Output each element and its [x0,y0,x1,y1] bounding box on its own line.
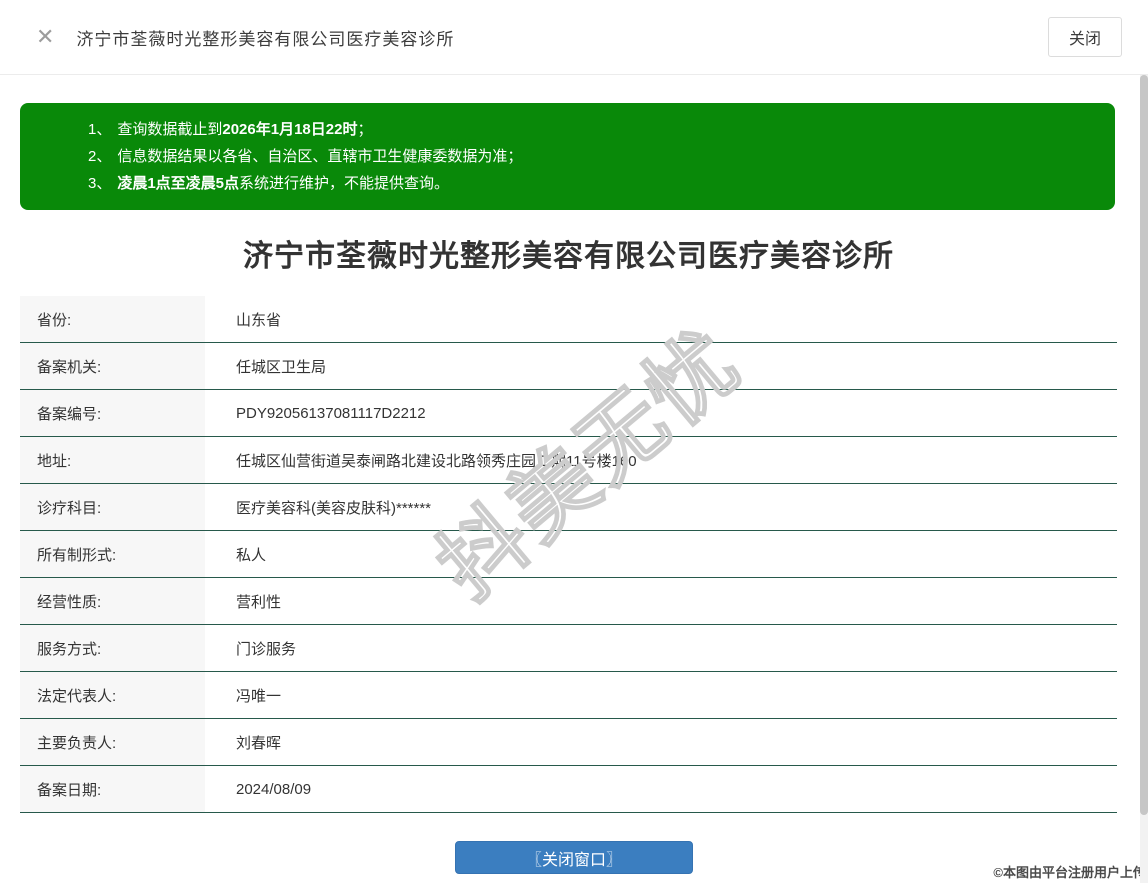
notice-line-3-num: 3、 [88,175,112,192]
scrollbar-track[interactable] [1140,75,1148,883]
row-label: 备案日期: [20,766,205,812]
header-title: 济宁市荃薇时光整形美容有限公司医疗美容诊所 [76,29,455,49]
notice-line-2: 2、 信息数据结果以各省、自治区、直辖市卫生健康委数据为准； [88,143,1095,170]
row-label: 诊疗科目: [20,484,205,530]
notice-line-1-pre: 查询数据截止到 [117,121,223,138]
row-label: 经营性质: [20,578,205,624]
row-value: 冯唯一 [236,687,282,705]
notice-line-2-pre: 信息数据结果以各省、自治区、直辖市卫生健康委数据为准； [117,148,523,165]
notice-line-2-num: 2、 [88,148,112,165]
table-row-ownership-form: 所有制形式: 私人 [20,531,1117,578]
table-row-business-nature: 经营性质: 营利性 [20,578,1117,625]
header-bar: ✕ 济宁市荃薇时光整形美容有限公司医疗美容诊所 关闭 [0,0,1148,75]
close-x-icon[interactable]: ✕ [36,26,54,48]
row-label: 法定代表人: [20,672,205,718]
copyright-stamp: ©本图由平台注册用户上传 [993,865,1146,880]
row-label: 主要负责人: [20,719,205,765]
row-value: 私人 [236,546,267,564]
table-row-legal-representative: 法定代表人: 冯唯一 [20,672,1117,719]
table-row-province: 省份: 山东省 [20,296,1117,343]
row-label: 所有制形式: [20,531,205,577]
scrollbar-thumb[interactable] [1140,75,1148,815]
table-row-address: 地址: 任城区仙营街道吴泰闸路北建设北路领秀庄园二期11号楼160 [20,437,1117,484]
row-value: 营利性 [236,593,282,611]
row-label: 备案机关: [20,343,205,389]
notice-box: 1、 查询数据截止到2026年1月18日22时； 2、 信息数据结果以各省、自治区、… [20,103,1115,210]
notice-line-1-post: ； [357,121,373,138]
header-close-button[interactable]: 关闭 [1048,17,1122,57]
row-label: 服务方式: [20,625,205,671]
page-title: 济宁市荃薇时光整形美容有限公司医疗美容诊所 [243,240,894,273]
row-value: 山东省 [236,311,282,329]
table-row-principal: 主要负责人: 刘春晖 [20,719,1117,766]
row-value: 医疗美容科(美容皮肤科)****** [236,499,432,517]
notice-line-1-num: 1、 [88,121,112,138]
notice-line-3: 3、 凌晨1点至凌晨5点系统进行维护，不能提供查询。 [88,170,1095,197]
notice-line-1-bold: 2026年1月18日22时 [222,121,358,138]
notice-line-1: 1、 查询数据截止到2026年1月18日22时； [88,116,1095,143]
row-label: 省份: [20,296,205,342]
row-label: 备案编号: [20,390,205,436]
table-row-filing-number: 备案编号: PDY92056137081117D2212 [20,390,1117,437]
row-value: 门诊服务 [236,640,297,658]
table-row-treatment-subjects: 诊疗科目: 医疗美容科(美容皮肤科)****** [20,484,1117,531]
row-value: 任城区卫生局 [236,358,327,376]
row-value: 刘春晖 [236,734,282,752]
table-row-service-mode: 服务方式: 门诊服务 [20,625,1117,672]
table-row-filing-date: 备案日期: 2024/08/09 [20,766,1117,813]
row-value: 2024/08/09 [236,780,312,798]
row-value: PDY92056137081117D2212 [236,404,426,422]
footer: 〖关闭窗口〗 [0,841,1148,874]
table-row-filing-authority: 备案机关: 任城区卫生局 [20,343,1117,390]
row-label: 地址: [20,437,205,483]
close-window-button[interactable]: 〖关闭窗口〗 [455,841,693,874]
notice-line-3-post: 系统进行维护，不能提供查询。 [239,175,450,192]
row-value: 任城区仙营街道吴泰闸路北建设北路领秀庄园二期11号楼160 [236,452,637,470]
detail-table: 省份: 山东省 备案机关: 任城区卫生局 备案编号: PDY9205613708… [20,296,1117,813]
notice-line-3-bold: 凌晨1点至凌晨5点 [117,175,240,192]
